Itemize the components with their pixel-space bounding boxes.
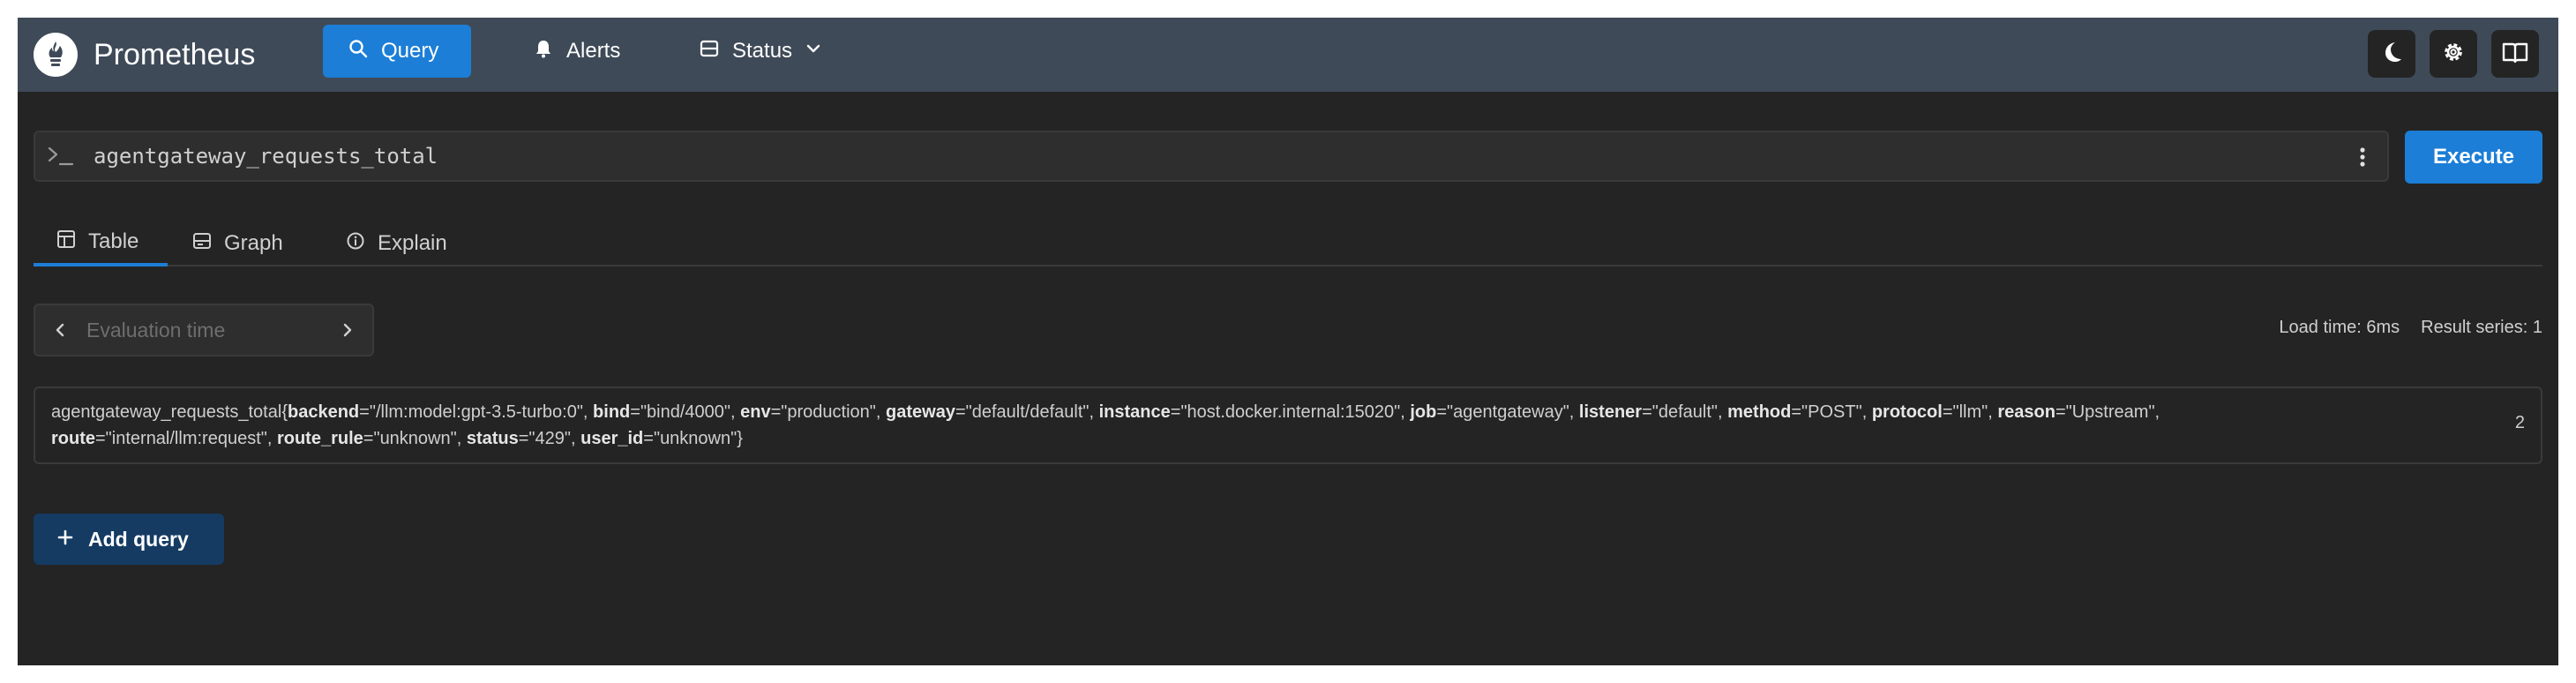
series-label-name: backend [288,402,360,422]
series-label: env="production", [740,402,887,422]
tab-table-label: Table [88,229,139,253]
series-label: status="429", [466,429,581,448]
nav-query-button[interactable]: Query [323,25,471,78]
result-tabs: Table Graph Explain [34,221,2542,266]
info-icon [346,231,365,257]
more-options-icon[interactable] [2354,141,2371,173]
theme-toggle-button[interactable] [2368,30,2415,78]
gear-icon [2440,39,2467,70]
series-label-name: env [740,402,771,422]
series-label: method="POST", [1727,402,1872,422]
series-label: user_id="unknown" [580,429,738,448]
tab-graph-label: Graph [224,231,283,255]
bell-icon [533,38,554,65]
series-label-value: unknown [379,429,451,448]
series-label-value: unknown [660,429,731,448]
top-navbar: Prometheus Query Alerts Status [18,18,2558,92]
series-label: route="internal/llm:request", [51,429,277,448]
table-icon [56,229,76,255]
prometheus-flame-icon [34,33,78,77]
result-series-count: Result series: 1 [2421,318,2542,337]
tab-table[interactable]: Table [34,221,168,266]
tab-explain-label: Explain [378,231,447,255]
plus-icon [56,528,74,552]
series-label-name: gateway [886,402,955,422]
series-label-name: status [466,429,519,448]
tab-graph[interactable]: Graph [192,221,316,266]
series-label-value: default/default [971,402,1083,422]
add-query-button[interactable]: Add query [34,514,224,565]
series-label-value: 429 [535,429,565,448]
series-label-name: user_id [580,429,644,448]
moon-icon [2378,39,2405,70]
series-label-name: listener [1578,402,1643,422]
series-label-value: agentgateway [1453,402,1563,422]
series-label-name: route_rule [276,429,363,448]
brand[interactable]: Prometheus [34,26,255,83]
graph-icon [192,231,212,257]
series-label-value: llm [1958,402,1982,422]
series-label: gateway="default/default", [886,402,1099,422]
table-row: agentgateway_requests_total{backend="/ll… [51,402,2160,448]
series-label-value: production [787,402,870,422]
result-table: agentgateway_requests_total{backend="/ll… [34,387,2542,464]
series-label-value: host.docker.internal:15020 [1187,402,1395,422]
series-label: route_rule="unknown", [276,429,467,448]
series-label-name: instance [1098,402,1171,422]
series-label-value: internal/llm:request [111,429,261,448]
expression-input[interactable] [94,138,2299,175]
series-label-name: reason [1997,402,2056,422]
series-label: backend="/llm:model:gpt-3.5-turbo:0", [288,402,594,422]
nav-status-label: Status [732,39,793,63]
nav-query-label: Query [381,39,439,63]
tab-explain[interactable]: Explain [346,221,478,266]
evaluation-time-picker [34,304,374,357]
add-query-label: Add query [88,527,189,551]
series-labels: backend="/llm:model:gpt-3.5-turbo:0", bi… [51,402,2160,448]
series-label: instance="host.docker.internal:15020", [1098,402,1411,422]
series-label: listener="default", [1578,402,1728,422]
documentation-button[interactable] [2491,30,2539,78]
series-label-value: default [1658,402,1711,422]
series-label: reason="Upstream", [1997,402,2160,422]
series-label: protocol="llm", [1871,402,1998,422]
series-label-value: Upstream [2071,402,2149,422]
series-value: 2 [2514,413,2525,432]
series-label-value: /llm:model:gpt-3.5-turbo:0 [375,402,577,422]
chevron-right-icon[interactable] [335,318,360,342]
load-time: Load time: 6ms [2279,318,2400,337]
series-label-name: method [1727,402,1792,422]
server-icon [699,38,720,65]
prometheus-app: Prometheus Query Alerts Status agentgate… [18,18,2558,665]
brand-name: Prometheus [94,37,256,71]
series-label-name: job [1410,402,1437,422]
series-label: bind="bind/4000", [593,402,741,422]
expression-editor [34,131,2389,182]
series-label-value: POST [1808,402,1856,422]
book-icon [2501,39,2529,70]
series-label: job="agentgateway", [1410,402,1579,422]
series-label-name: protocol [1871,402,1943,422]
terminal-prompt-icon [46,143,76,169]
nav-status-dropdown[interactable]: Status [674,25,850,78]
nav-alerts-label: Alerts [566,39,621,63]
query-stats: Load time: 6ms Result series: 1 [2279,318,2542,338]
evaluation-time-input[interactable] [86,314,325,346]
series-metric-name: agentgateway_requests_total [51,402,282,422]
series-label-name: bind [593,402,631,422]
search-icon [348,38,369,65]
execute-button[interactable]: Execute [2405,131,2542,184]
chevron-down-icon [805,39,822,64]
series-label-name: route [51,429,95,448]
settings-button[interactable] [2430,30,2477,78]
nav-alerts-button[interactable]: Alerts [508,25,640,78]
series-label-value: bind/4000 [647,402,724,422]
chevron-left-icon[interactable] [48,318,72,342]
